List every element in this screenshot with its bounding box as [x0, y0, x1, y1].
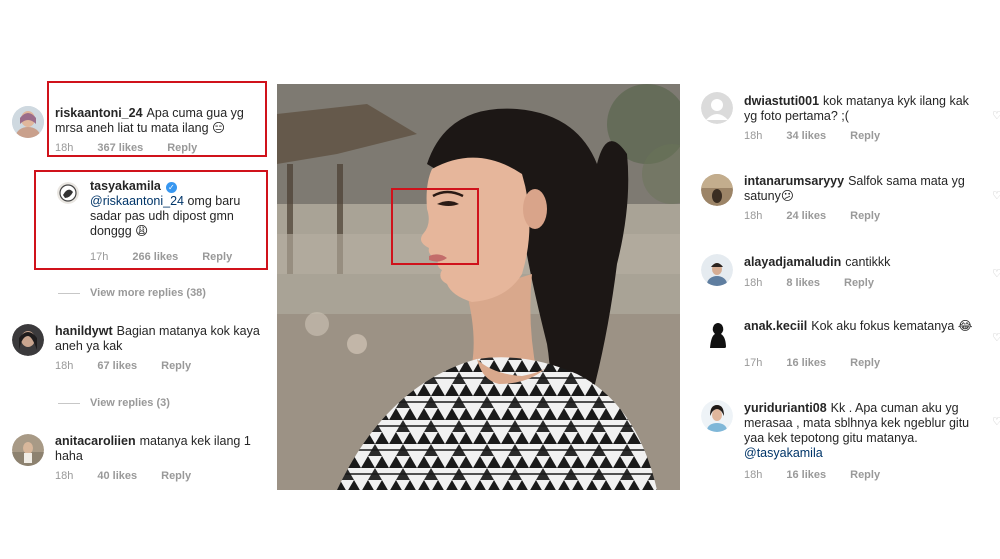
comment-likes[interactable]: 16 likes	[786, 469, 826, 481]
comment-yuridurianti08: yuridurianti08 Kk . Apa cuman aku yg mera…	[680, 398, 1000, 488]
comment-time: 18h	[744, 210, 763, 222]
avatar[interactable]	[12, 434, 44, 466]
like-heart-icon[interactable]: ♡	[992, 417, 1000, 428]
right-comments-panel: dwiastuti001 kok matanya kyk ilang kak yg…	[680, 84, 1000, 490]
highlight-box	[47, 81, 267, 157]
comment-meta: 18h 16 likes Reply	[744, 469, 904, 481]
comment-dwiastuti001: dwiastuti001 kok matanya kyk ilang kak yg…	[680, 84, 1000, 164]
avatar[interactable]	[701, 92, 733, 124]
comment-time: 18h	[55, 470, 74, 482]
comment-meta: 18h 67 likes Reply	[55, 360, 215, 372]
mention-link[interactable]: @tasyakamila	[744, 446, 823, 460]
comment-time: 18h	[744, 130, 763, 142]
avatar-image	[12, 106, 44, 138]
post-photo	[277, 84, 680, 490]
reply-button[interactable]: Reply	[161, 470, 191, 482]
reply-button[interactable]: Reply	[161, 360, 191, 372]
avatar-image	[701, 254, 733, 286]
avatar[interactable]	[701, 318, 733, 350]
like-heart-icon[interactable]: ♡	[992, 269, 1000, 280]
reply-button[interactable]: Reply	[850, 357, 880, 369]
comment-text: cantikkk	[845, 255, 891, 269]
comment-meta: 18h 40 likes Reply	[55, 470, 215, 482]
comment-likes[interactable]: 8 likes	[786, 277, 820, 289]
avatar[interactable]	[12, 106, 44, 138]
comment-username[interactable]: anitacaroliien	[55, 434, 136, 448]
left-comments-panel: riskaantoni_24 Apa cuma gua yg mrsa aneh …	[0, 81, 278, 490]
comment-likes[interactable]: 34 likes	[786, 130, 826, 142]
comment-username[interactable]: yuridurianti08	[744, 401, 827, 415]
comment-text: Kok aku fokus kematanya 😂	[811, 319, 973, 333]
view-more-replies-button[interactable]: View more replies (38)	[58, 287, 206, 299]
photo-illustration	[277, 84, 680, 490]
like-heart-icon[interactable]: ♡	[992, 111, 1000, 122]
reply-button[interactable]: Reply	[850, 210, 880, 222]
comment-time: 18h	[55, 360, 74, 372]
reply-button[interactable]: Reply	[844, 277, 874, 289]
reply-button[interactable]: Reply	[850, 130, 880, 142]
highlight-box-eye	[391, 188, 479, 265]
divider-line	[58, 292, 80, 294]
avatar[interactable]	[701, 254, 733, 286]
avatar[interactable]	[701, 174, 733, 206]
comment-likes[interactable]: 24 likes	[786, 210, 826, 222]
view-replies-label: View replies (3)	[90, 397, 170, 409]
comment-time: 17h	[744, 357, 763, 369]
comment-meta: 18h 8 likes Reply	[744, 277, 898, 289]
comment-likes[interactable]: 67 likes	[97, 360, 137, 372]
comment-likes[interactable]: 16 likes	[786, 357, 826, 369]
comment-meta: 17h 16 likes Reply	[744, 357, 904, 369]
comment-username[interactable]: alayadjamaludin	[744, 255, 841, 269]
comment-username[interactable]: hanildywt	[55, 324, 113, 338]
default-avatar-icon	[701, 92, 733, 124]
comment-hanildywt: hanildywt Bagian matanya kok kaya aneh ya…	[0, 320, 277, 380]
avatar-image	[701, 400, 733, 432]
comment-time: 18h	[744, 469, 763, 481]
avatar-image	[12, 324, 44, 356]
divider-line	[58, 402, 80, 404]
comment-alayadjamaludin: alayadjamaludin cantikkk 18h 8 likes Reply …	[680, 252, 1000, 312]
comment-username[interactable]: intanarumsaryyy	[744, 174, 844, 188]
comment-username[interactable]: anak.keciil	[744, 319, 807, 333]
avatar[interactable]	[12, 324, 44, 356]
avatar-image	[701, 174, 733, 206]
avatar[interactable]	[701, 400, 733, 432]
comment-likes[interactable]: 40 likes	[97, 470, 137, 482]
like-heart-icon[interactable]: ♡	[992, 191, 1000, 202]
highlight-box	[34, 170, 268, 270]
comment-anak-keciil: anak.keciil Kok aku fokus kematanya 😂 17h…	[680, 316, 1000, 376]
reply-button[interactable]: Reply	[850, 469, 880, 481]
comment-intanarumsaryyy: intanarumsaryyy Salfok sama mata yg satun…	[680, 170, 1000, 240]
like-heart-icon[interactable]: ♡	[992, 333, 1000, 344]
avatar-image	[701, 318, 733, 350]
view-replies-button[interactable]: View replies (3)	[58, 397, 170, 409]
comment-anitacaroliien: anitacaroliien matanya kek ilang 1 haha 1…	[0, 430, 277, 490]
avatar-image	[12, 434, 44, 466]
comment-meta: 18h 24 likes Reply	[744, 210, 904, 222]
view-more-label: View more replies (38)	[90, 287, 206, 299]
comment-username[interactable]: dwiastuti001	[744, 94, 819, 108]
comment-time: 18h	[744, 277, 763, 289]
comment-meta: 18h 34 likes Reply	[744, 130, 904, 142]
